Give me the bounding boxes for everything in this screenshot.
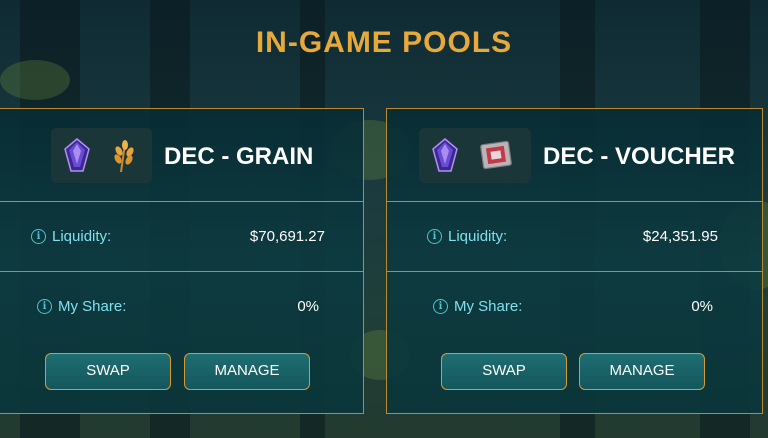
share-label-wrap: i My Share: [433,298,522,315]
my-share-value: 0% [297,298,319,315]
info-icon[interactable]: i [31,229,46,244]
liquidity-value: $24,351.95 [642,228,718,245]
manage-button[interactable]: MANAGE [579,353,705,390]
liquidity-row: i Liquidity: $70,691.27 [0,201,363,272]
liquidity-label: Liquidity: [448,228,508,245]
pool-header: DEC - VOUCHER [387,109,762,202]
pool-name: DEC - VOUCHER [543,143,736,170]
token-pair-icons [419,128,531,183]
pool-name: DEC - GRAIN [164,143,314,170]
my-share-row: i My Share: 0% [0,271,363,343]
my-share-value: 0% [691,298,713,315]
liquidity-label-wrap: i Liquidity: [31,228,111,245]
my-share-row: i My Share: 0% [387,271,762,343]
info-icon[interactable]: i [37,299,52,314]
info-icon[interactable]: i [433,299,448,314]
pool-card-dec-grain: DEC - GRAIN i Liquidity: $70,691.27 i My… [0,108,364,414]
liquidity-row: i Liquidity: $24,351.95 [387,201,762,272]
my-share-label: My Share: [454,298,523,315]
token-pair-icons [51,128,152,183]
manage-button[interactable]: MANAGE [184,353,310,390]
liquidity-label: Liquidity: [52,228,112,245]
liquidity-label-wrap: i Liquidity: [427,228,507,245]
swap-button[interactable]: SWAP [45,353,171,390]
pool-header: DEC - GRAIN [0,109,363,202]
dec-crystal-icon [64,138,90,172]
my-share-label: My Share: [58,298,127,315]
share-label-wrap: i My Share: [37,298,126,315]
pool-card-dec-voucher: DEC - VOUCHER i Liquidity: $24,351.95 i … [386,108,763,414]
page-title: IN-GAME POOLS [255,26,513,59]
voucher-ticket-icon [480,140,512,170]
swap-button[interactable]: SWAP [441,353,567,390]
grain-wheat-icon [114,140,134,172]
dec-crystal-icon [432,138,458,172]
info-icon[interactable]: i [427,229,442,244]
liquidity-value: $70,691.27 [249,228,325,245]
